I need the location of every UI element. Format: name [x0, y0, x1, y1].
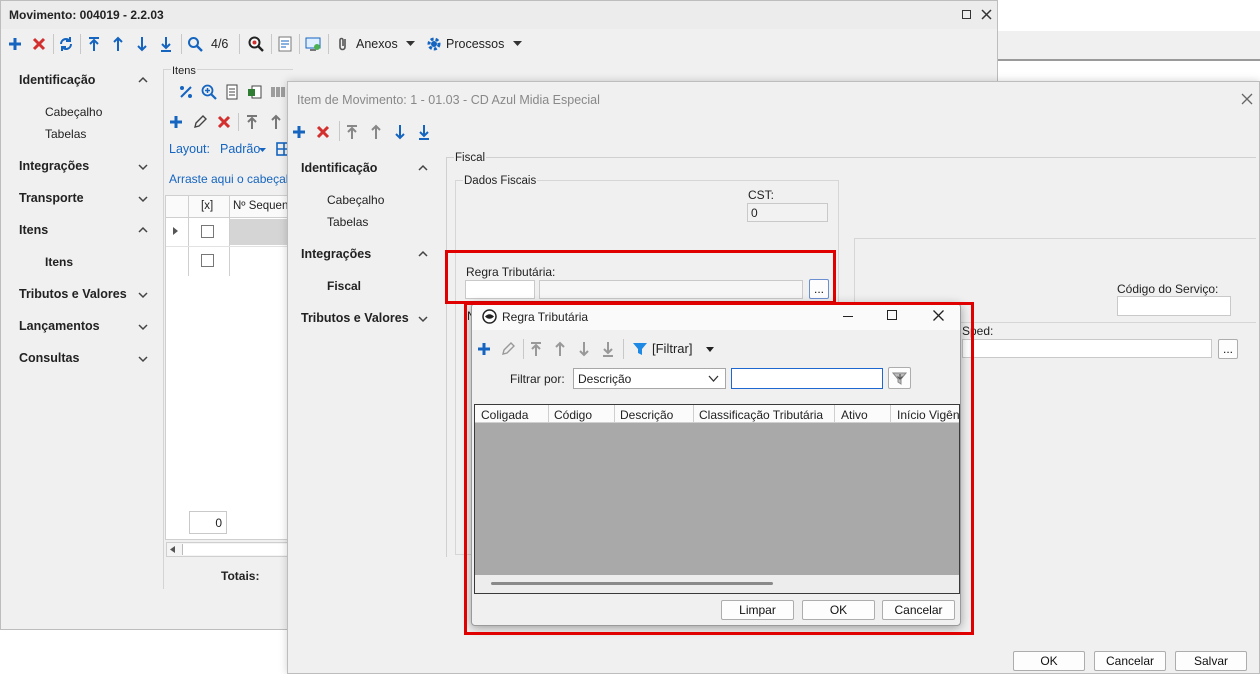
pager-input[interactable]: 0 — [189, 511, 227, 534]
grid-col-sequencia[interactable]: Nº Sequenc — [233, 200, 294, 212]
cst-input[interactable]: 0 — [747, 203, 828, 222]
cancelar-button[interactable]: Cancelar — [1094, 651, 1166, 671]
item-nav-tributos-valores[interactable]: Tributos e Valores — [301, 311, 409, 325]
nav-transporte[interactable]: Transporte — [19, 191, 84, 205]
totais-label: Totais: — [221, 569, 260, 583]
delete-icon[interactable] — [314, 123, 332, 141]
item-nav-cabecalho[interactable]: Cabeçalho — [327, 193, 384, 207]
chevron-down-icon[interactable] — [417, 313, 429, 325]
nav-integracoes[interactable]: Integrações — [19, 159, 89, 173]
nav-lancamentos[interactable]: Lançamentos — [19, 319, 100, 333]
nav-itens[interactable]: Itens — [19, 223, 48, 237]
layout-label: Layout: — [169, 142, 211, 156]
nav-consultas[interactable]: Consultas — [19, 351, 79, 365]
movimento-titlebar: Movimento: 004019 - 2.2.03 — [1, 1, 997, 29]
document-icon[interactable] — [223, 83, 241, 101]
previous-record-icon[interactable] — [367, 123, 385, 141]
previous-record-icon[interactable] — [267, 113, 285, 131]
row-checkbox[interactable] — [201, 225, 214, 238]
caret-down-icon[interactable] — [259, 148, 266, 153]
itens-group-title: Itens — [171, 65, 197, 77]
anexos-menu[interactable]: Anexos — [356, 37, 398, 51]
caret-down-icon[interactable] — [513, 41, 522, 47]
item-nav-fiscal[interactable]: Fiscal — [327, 279, 361, 293]
previous-record-icon[interactable] — [109, 35, 127, 53]
item-nav-identificacao[interactable]: Identificação — [301, 161, 377, 175]
chevron-up-icon[interactable] — [417, 248, 429, 260]
first-record-icon[interactable] — [243, 113, 261, 131]
row-indicator-icon — [173, 227, 178, 235]
fiscal-group-title: Fiscal — [454, 152, 487, 164]
processos-menu[interactable]: Processos — [446, 37, 504, 51]
add-icon[interactable] — [6, 35, 24, 53]
caret-down-icon[interactable] — [406, 41, 415, 47]
add-icon[interactable] — [167, 113, 185, 131]
add-icon[interactable] — [290, 123, 308, 141]
sped-input[interactable] — [962, 339, 1212, 358]
delete-icon[interactable] — [215, 113, 233, 131]
dados-fiscais-title: Dados Fiscais — [463, 175, 538, 187]
nav-tributos-valores[interactable]: Tributos e Valores — [19, 287, 127, 301]
group-drag-hint: Arraste aqui o cabeçalho — [169, 172, 302, 186]
background-window-edge — [998, 31, 1260, 61]
barcode-icon[interactable] — [269, 83, 287, 101]
chevron-down-icon[interactable] — [137, 193, 149, 205]
item-nav-tabelas[interactable]: Tabelas — [327, 215, 368, 229]
zoom-record-icon[interactable] — [247, 35, 265, 53]
close-icon[interactable] — [981, 9, 992, 20]
gear-icon[interactable] — [425, 35, 443, 53]
salvar-button[interactable]: Salvar — [1175, 651, 1247, 671]
export-icon[interactable] — [246, 83, 264, 101]
refresh-icon[interactable] — [57, 35, 75, 53]
paperclip-icon[interactable] — [334, 35, 352, 53]
search-icon[interactable] — [186, 35, 204, 53]
movimento-title: Movimento: 004019 - 2.2.03 — [9, 8, 164, 22]
chevron-up-icon[interactable] — [137, 74, 149, 86]
item-window-title: Item de Movimento: 1 - 01.03 - CD Azul M… — [297, 93, 600, 107]
chevron-up-icon[interactable] — [137, 224, 149, 236]
ok-button[interactable]: OK — [1013, 651, 1085, 671]
nav-tabelas[interactable]: Tabelas — [45, 127, 86, 141]
table-row[interactable] — [230, 219, 292, 245]
first-record-icon[interactable] — [85, 35, 103, 53]
cst-label: CST: — [748, 188, 775, 202]
grid-col-select[interactable]: [x] — [201, 200, 213, 212]
highlight-regra-tributaria — [445, 250, 836, 304]
nav-itens-sub[interactable]: Itens — [45, 255, 73, 269]
delete-icon[interactable] — [30, 35, 48, 53]
percent-icon[interactable] — [177, 83, 195, 101]
chevron-down-icon[interactable] — [137, 161, 149, 173]
next-record-icon[interactable] — [133, 35, 151, 53]
highlight-lookup-dialog — [464, 302, 974, 635]
nav-identificacao[interactable]: Identificação — [19, 73, 95, 87]
report-icon[interactable] — [276, 35, 294, 53]
chevron-up-icon[interactable] — [417, 162, 429, 174]
maximize-icon[interactable] — [962, 10, 971, 19]
layout-padrao-dropdown[interactable]: Padrão — [220, 142, 260, 156]
last-record-icon[interactable] — [157, 35, 175, 53]
chevron-down-icon[interactable] — [137, 289, 149, 301]
item-nav-integracoes[interactable]: Integrações — [301, 247, 371, 261]
next-record-icon[interactable] — [391, 123, 409, 141]
codigo-servico-input[interactable] — [1117, 296, 1231, 316]
scroll-left-icon[interactable] — [170, 546, 176, 553]
sped-lookup-button[interactable]: ... — [1218, 339, 1238, 359]
pager-value: 0 — [215, 516, 222, 530]
process-screen-icon[interactable] — [304, 35, 322, 53]
zoom-in-icon[interactable] — [200, 83, 218, 101]
close-icon[interactable] — [1241, 93, 1253, 105]
movimento-toolbar: 4/6 Anexos Processos — [1, 29, 997, 59]
edit-icon[interactable] — [191, 113, 209, 131]
row-checkbox[interactable] — [201, 254, 214, 267]
first-record-icon[interactable] — [343, 123, 361, 141]
record-counter: 4/6 — [211, 37, 229, 51]
codigo-servico-label: Código do Serviço: — [1117, 282, 1219, 296]
cst-value: 0 — [751, 206, 758, 220]
last-record-icon[interactable] — [415, 123, 433, 141]
chevron-down-icon[interactable] — [137, 321, 149, 333]
nav-cabecalho[interactable]: Cabeçalho — [45, 105, 102, 119]
chevron-down-icon[interactable] — [137, 353, 149, 365]
